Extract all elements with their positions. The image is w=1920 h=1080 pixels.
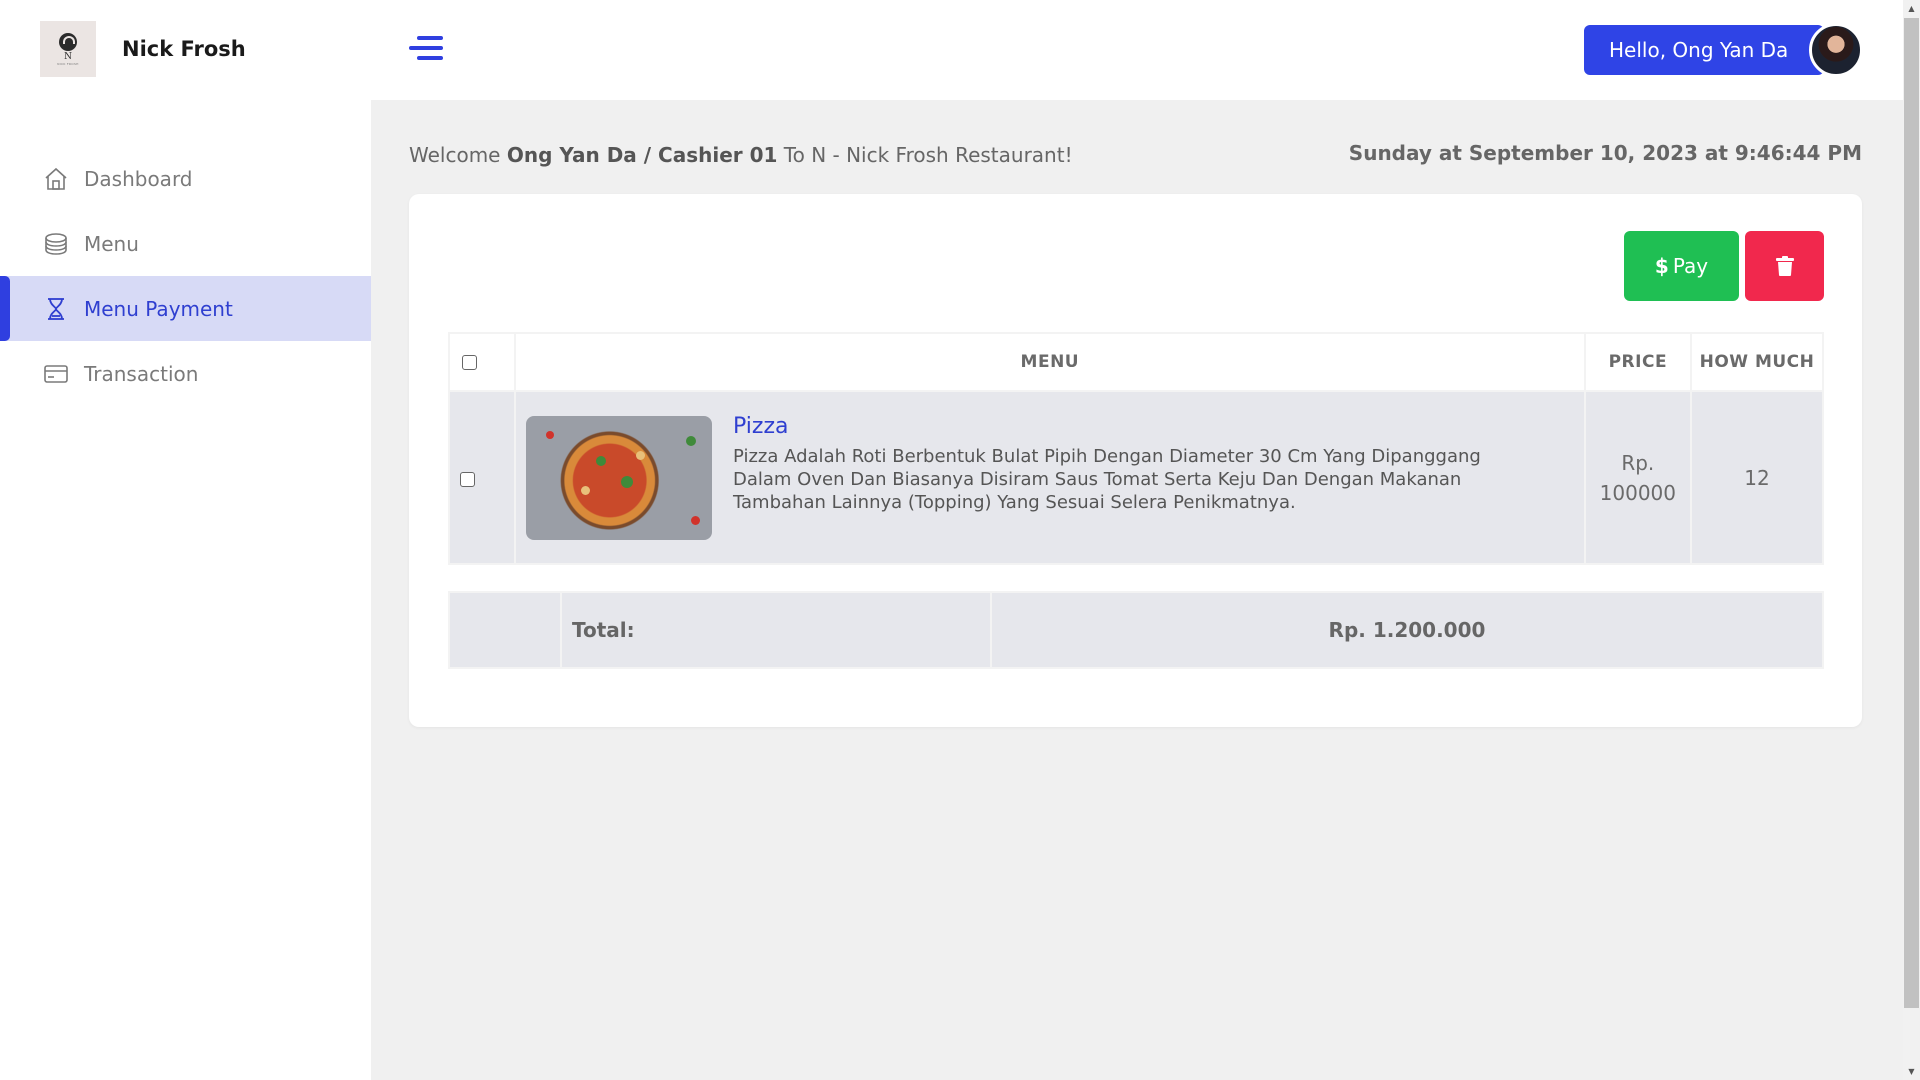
column-header-price: PRICE — [1583, 332, 1693, 392]
scroll-down-icon[interactable]: ▼ — [1903, 1063, 1920, 1080]
pay-button[interactable]: $ Pay — [1624, 231, 1739, 301]
sidebar-nav: Dashboard Menu Menu Payment Transaction — [0, 146, 371, 406]
total-table: Total: Rp. 1.200.000 — [448, 591, 1824, 669]
brand[interactable]: N NICK FROSH Nick Frosh — [40, 21, 246, 77]
avatar[interactable] — [1809, 23, 1863, 77]
sidebar-item-label: Dashboard — [84, 166, 193, 191]
payment-card: $ Pay MENU PRICE HOW MUCH Pizza Pizza Ad… — [409, 194, 1862, 727]
delete-button[interactable] — [1745, 231, 1824, 301]
sidebar: N NICK FROSH Nick Frosh Dashboard Menu M… — [0, 0, 371, 1080]
coins-icon — [42, 230, 70, 258]
column-header-menu: MENU — [514, 332, 1586, 392]
sidebar-item-label: Menu — [84, 231, 139, 256]
scroll-up-icon[interactable]: ▲ — [1903, 0, 1920, 17]
menu-item-name[interactable]: Pizza — [733, 414, 1533, 439]
home-icon — [42, 165, 70, 193]
menu-item-price: Rp. 100000 — [1583, 390, 1693, 565]
topbar: Hello, Ong Yan Da — [371, 0, 1903, 100]
dollar-icon: $ — [1654, 254, 1669, 278]
scroll-thumb[interactable] — [1904, 18, 1919, 1008]
menu-item-cell: Pizza Pizza Adalah Roti Berbentuk Bulat … — [516, 396, 1584, 560]
sidebar-item-dashboard[interactable]: Dashboard — [0, 146, 371, 211]
user-greeting-button[interactable]: Hello, Ong Yan Da — [1584, 25, 1824, 75]
page-scrollbar[interactable]: ▲ ▼ — [1903, 0, 1920, 1080]
pizza-image — [526, 415, 712, 540]
brand-name: Nick Frosh — [122, 37, 246, 61]
sidebar-item-label: Transaction — [84, 361, 199, 386]
card-icon — [42, 360, 70, 388]
sidebar-item-menu[interactable]: Menu — [0, 211, 371, 276]
sidebar-item-label: Menu Payment — [84, 296, 233, 321]
welcome-message: Welcome Ong Yan Da / Cashier 01 To N - N… — [409, 143, 1073, 167]
trash-icon — [1775, 256, 1794, 276]
menu-item-description: Pizza Adalah Roti Berbentuk Bulat Pipih … — [733, 445, 1481, 513]
table-row: Pizza Pizza Adalah Roti Berbentuk Bulat … — [448, 390, 1824, 565]
select-all-checkbox[interactable] — [462, 354, 477, 370]
row-checkbox[interactable] — [460, 471, 475, 487]
column-header-how-much: HOW MUCH — [1690, 332, 1824, 392]
table-header-row: MENU PRICE HOW MUCH — [448, 332, 1824, 392]
sidebar-item-transaction[interactable]: Transaction — [0, 341, 371, 406]
total-value: Rp. 1.200.000 — [990, 591, 1824, 669]
total-row: Total: Rp. 1.200.000 — [448, 591, 1824, 669]
payment-table: MENU PRICE HOW MUCH Pizza Pizza Adalah R… — [448, 332, 1824, 565]
menu-item-quantity: 12 — [1690, 390, 1824, 565]
sidebar-item-menu-payment[interactable]: Menu Payment — [0, 276, 371, 341]
hourglass-icon — [42, 295, 70, 323]
hamburger-menu-icon[interactable] — [409, 34, 443, 62]
welcome-user: Ong Yan Da / Cashier 01 — [506, 143, 778, 167]
brand-logo: N NICK FROSH — [40, 21, 96, 77]
total-label: Total: — [560, 591, 992, 669]
current-datetime: Sunday at September 10, 2023 at 9:46:44 … — [1348, 141, 1862, 165]
